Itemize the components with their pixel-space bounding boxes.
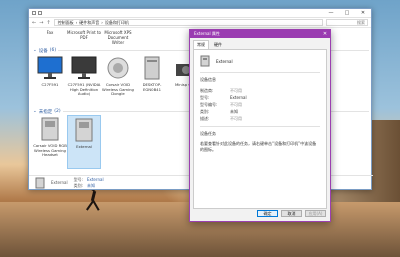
device-item-selected[interactable]: External xyxy=(67,115,101,169)
maximize-button[interactable]: □ xyxy=(339,9,355,18)
section-title: 设备 xyxy=(38,48,48,54)
device-label: Corsair VOID RGB Wireless Gaming Headset xyxy=(33,143,67,158)
prop-row: 制造商: 不可用 xyxy=(200,87,242,93)
device-label: C27F591 xyxy=(41,82,59,87)
drive-box-icon xyxy=(69,116,99,144)
section-count: (6) xyxy=(49,48,57,53)
headset-box-icon xyxy=(35,115,65,143)
device-info-group: 设备信息 xyxy=(200,77,216,82)
folder-icon[interactable] xyxy=(32,11,36,15)
dialog-tabs: 常规 硬件 xyxy=(190,38,330,49)
address-bar: ← → ↑ 控制面板 › 硬件和声音 › 设备和打印机 搜索 xyxy=(29,18,371,28)
device-tasks-group: 设备任务 xyxy=(200,131,216,136)
dialog-title-bar: External 属性 ✕ xyxy=(190,30,330,38)
breadcrumb-item[interactable]: 设备和打印机 xyxy=(105,20,129,26)
general-panel: External 设备信息 制造商: 不可用 型号: External 型号编号: 不… xyxy=(193,49,327,209)
quick-access-toolbar xyxy=(32,11,42,15)
tab-general[interactable]: 常规 xyxy=(193,40,209,49)
speaker-monitor-icon xyxy=(69,54,99,82)
device-item[interactable]: DESKTOP-EGN0B41 xyxy=(135,54,169,108)
dongle-icon xyxy=(103,54,133,82)
prop-row: 型号: External xyxy=(200,94,247,101)
device-tasks-text: 若要查看针对此设备的任务，请右键单击“设备和打印机”中该设备的图标。 xyxy=(200,141,317,152)
device-label: DESKTOP-EGN0B41 xyxy=(142,82,162,92)
search-input[interactable]: 搜索 xyxy=(326,19,368,26)
section-count: (2) xyxy=(54,109,61,114)
chevron-down-icon: ⌄ xyxy=(33,109,37,114)
drive-box-icon xyxy=(35,177,45,188)
cancel-button[interactable]: 取消 xyxy=(281,210,302,217)
device-header: External xyxy=(200,54,320,68)
dialog-title: External 属性 xyxy=(194,31,220,36)
prop-row: 型号编号: 不可用 xyxy=(200,101,242,107)
window-controls: — □ ✕ xyxy=(323,9,371,18)
printer-item-xps[interactable]: Microsoft XPS Document Writer xyxy=(101,29,135,47)
section-title: 未指定 xyxy=(38,109,53,115)
search-placeholder: 搜索 xyxy=(357,19,365,25)
breadcrumb-item[interactable]: 控制面板 xyxy=(58,20,74,26)
chevron-down-icon: ⌄ xyxy=(33,48,37,53)
properties-dialog: External 属性 ✕ 常规 硬件 External 设备信息 制造商: 不可… xyxy=(189,29,331,222)
device-label: C27F591 (NVIDIA High Definition Audio) xyxy=(67,82,101,97)
device-label: Corsair VOID Wireless Gaming Dongle xyxy=(102,82,134,97)
breadcrumb[interactable]: 控制面板 › 硬件和声音 › 设备和打印机 xyxy=(53,19,323,26)
device-item[interactable]: C27F591 (NVIDIA High Definition Audio) xyxy=(67,54,101,108)
forward-arrow-icon[interactable]: → xyxy=(39,20,43,26)
dialog-close-button[interactable]: ✕ xyxy=(320,31,330,37)
device-item[interactable]: Corsair VOID RGB Wireless Gaming Headset xyxy=(33,115,67,169)
pc-tower-icon xyxy=(137,54,167,82)
device-label: External xyxy=(76,144,92,149)
printer-item-pdf[interactable]: Microsoft Print to PDF xyxy=(67,29,101,47)
printer-item-fax[interactable]: Fax xyxy=(33,29,67,47)
monitor-icon xyxy=(35,54,65,82)
ok-button[interactable]: 确定 xyxy=(257,210,278,217)
drive-box-icon xyxy=(200,55,210,67)
apply-button[interactable]: 应用(A) xyxy=(305,210,326,217)
properties-icon[interactable] xyxy=(38,11,42,15)
device-item[interactable]: Corsair VOID Wireless Gaming Dongle xyxy=(101,54,135,108)
title-bar: — □ ✕ xyxy=(29,9,371,18)
details-values: 型号: External 类别: 未知 xyxy=(73,176,104,188)
details-title: External xyxy=(51,180,68,185)
tab-hardware[interactable]: 硬件 xyxy=(210,40,226,49)
prop-row: 描述: 不可用 xyxy=(200,115,242,121)
minimize-button[interactable]: — xyxy=(323,9,339,18)
device-name: External xyxy=(216,58,233,64)
up-arrow-icon[interactable]: ↑ xyxy=(46,20,50,26)
dialog-buttons: 确定 取消 应用(A) xyxy=(257,210,326,217)
breadcrumb-item[interactable]: 硬件和声音 xyxy=(79,20,99,26)
device-item[interactable]: C27F591 xyxy=(33,54,67,108)
back-arrow-icon[interactable]: ← xyxy=(32,20,36,26)
close-button[interactable]: ✕ xyxy=(355,9,371,18)
prop-row: 类别: 未知 xyxy=(200,108,238,114)
